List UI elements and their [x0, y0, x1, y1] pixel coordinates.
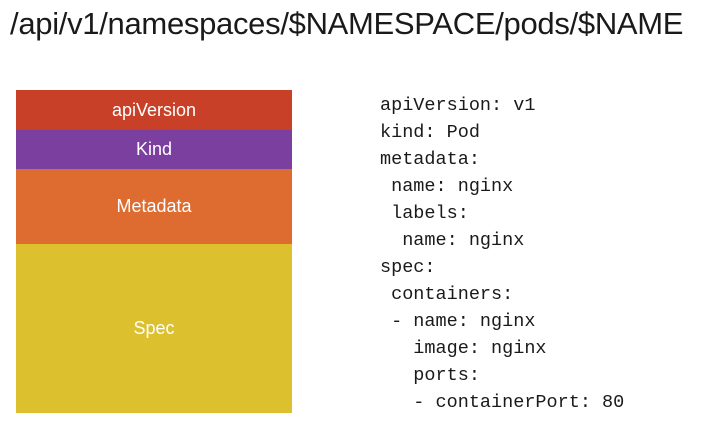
resource-structure-stack: apiVersion Kind Metadata Spec: [16, 90, 292, 413]
yaml-line: spec:: [380, 257, 436, 278]
yaml-line: name: nginx: [380, 176, 514, 197]
apiversion-block-label: apiVersion: [111, 99, 197, 120]
yaml-line: metadata:: [380, 149, 480, 170]
yaml-line: name: nginx: [380, 230, 525, 251]
yaml-line: - containerPort: 80: [380, 392, 625, 413]
yaml-line: labels:: [380, 203, 469, 224]
yaml-line: image: nginx: [380, 338, 547, 359]
apiversion-block: apiVersion: [16, 90, 292, 130]
yaml-line: ports:: [380, 365, 480, 386]
kind-block-label: Kind: [135, 139, 173, 159]
yaml-line: containers:: [380, 284, 514, 305]
pod-yaml-manifest: apiVersion: v1 kind: Pod metadata: name:…: [380, 92, 624, 416]
yaml-line: - name: nginx: [380, 311, 536, 332]
spec-block: Spec: [16, 244, 292, 413]
yaml-line: apiVersion: v1: [380, 95, 536, 116]
metadata-block: Metadata: [16, 169, 292, 244]
api-path-title: /api/v1/namespaces/$NAMESPACE/pods/$NAME: [10, 6, 684, 41]
yaml-line: kind: Pod: [380, 122, 480, 143]
kind-block: Kind: [16, 130, 292, 169]
metadata-block-label: Metadata: [116, 196, 192, 216]
spec-block-label: Spec: [133, 318, 175, 338]
